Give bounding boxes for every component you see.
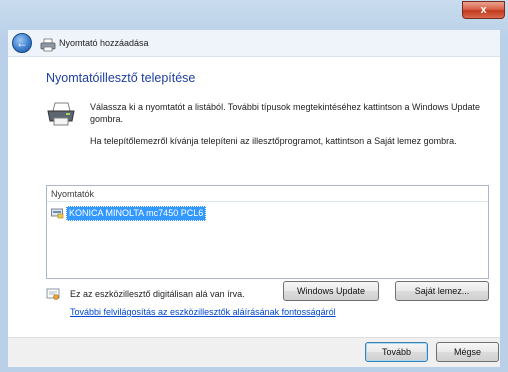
back-arrow-icon[interactable]: ← [12,33,32,53]
list-item-label: KONICA MINOLTA mc7450 PCL6 [66,205,207,221]
cancel-button[interactable]: Mégse [436,342,499,362]
list-column-header[interactable]: Nyomtatók [47,186,488,202]
window-title: Nyomtató hozzáadása [59,38,149,48]
have-disk-button[interactable]: Saját lemez... [395,281,489,301]
list-item[interactable]: KONICA MINOLTA mc7450 PCL6 [51,205,207,221]
content-area: Nyomtatóillesztő telepítése Válassza ki … [8,56,500,337]
certificate-icon [46,288,60,300]
windows-update-button[interactable]: Windows Update [283,281,379,301]
signature-status: Ez az eszközillesztő digitálisan alá van… [70,289,245,299]
have-disk-instruction: Ha telepítőlemezről kívánja telepíteni a… [90,136,457,146]
close-button[interactable]: x [462,1,505,19]
next-button[interactable]: Tovább [365,342,428,362]
instruction-text: Válassza ki a nyomtatót a listából. Tová… [90,102,481,124]
page-heading: Nyomtatóillesztő telepítése [46,71,196,85]
printer-driver-icon [51,208,64,219]
signing-info-link[interactable]: További felvilágosítás az eszközillesztő… [70,307,336,317]
printer-list[interactable]: Nyomtatók KONICA MINOLTA mc7450 PCL6 [46,185,489,279]
printer-icon [47,102,75,126]
printer-icon [40,38,56,52]
